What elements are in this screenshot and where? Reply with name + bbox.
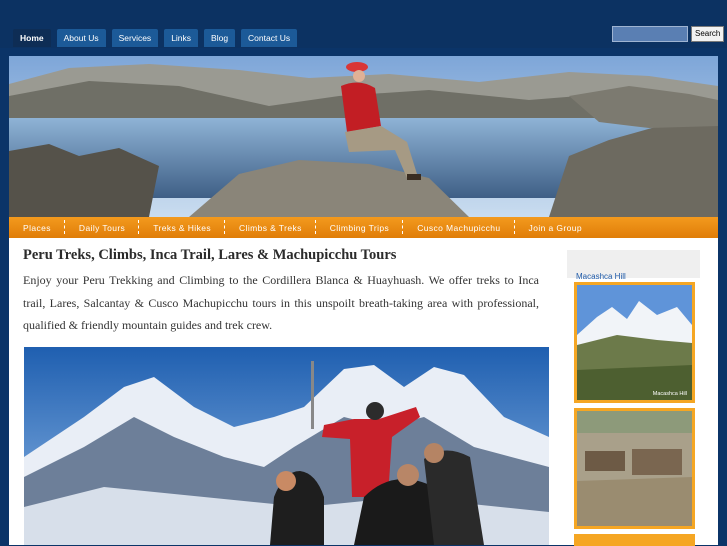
- nav-tab-blog[interactable]: Blog: [204, 29, 236, 47]
- sub-nav: Places Daily Tours Treks & Hikes Climbs …: [9, 217, 718, 238]
- sub-nav-join-a-group[interactable]: Join a Group: [515, 223, 596, 233]
- page-title: Peru Treks, Climbs, Inca Trail, Lares & …: [23, 247, 397, 263]
- page-frame: Places Daily Tours Treks & Hikes Climbs …: [9, 56, 718, 546]
- sub-nav-places[interactable]: Places: [9, 219, 65, 234]
- header-banner-image: [9, 56, 718, 217]
- sub-nav-climbing-trips[interactable]: Climbing Trips: [316, 219, 404, 234]
- sub-nav-climbs-treks[interactable]: Climbs & Treks: [225, 219, 316, 234]
- top-nav: Home About Us Services Links Blog Contac…: [13, 29, 298, 47]
- nav-tab-home[interactable]: Home: [13, 29, 51, 47]
- nav-tab-contact-us[interactable]: Contact Us: [241, 29, 298, 47]
- gallery-thumb-village[interactable]: [574, 408, 695, 529]
- thumb-caption: Macashca Hill: [652, 391, 687, 397]
- gallery-thumb-macashca-hill[interactable]: Macashca Hill: [574, 282, 695, 403]
- sub-nav-cusco-machupicchu[interactable]: Cusco Machupicchu: [403, 219, 515, 234]
- main-content: Peru Treks, Climbs, Inca Trail, Lares & …: [23, 245, 555, 337]
- gallery-thumb-third[interactable]: [574, 534, 695, 546]
- sub-nav-treks-hikes[interactable]: Treks & Hikes: [139, 219, 225, 234]
- climbers-summit-photo: [24, 347, 549, 545]
- sub-nav-daily-tours[interactable]: Daily Tours: [65, 219, 140, 234]
- intro-paragraph: Enjoy your Peru Trekking and Climbing to…: [23, 273, 539, 332]
- nav-tab-services[interactable]: Services: [111, 29, 159, 47]
- sidebar: Macashca Hill Macashca Hill: [567, 250, 700, 546]
- search-form: Search: [612, 26, 725, 42]
- nav-tab-about-us[interactable]: About Us: [56, 29, 106, 47]
- search-button[interactable]: Search: [691, 26, 725, 42]
- sidebar-title[interactable]: Macashca Hill: [576, 272, 626, 281]
- nav-tab-links[interactable]: Links: [164, 29, 199, 47]
- search-input[interactable]: [612, 26, 688, 42]
